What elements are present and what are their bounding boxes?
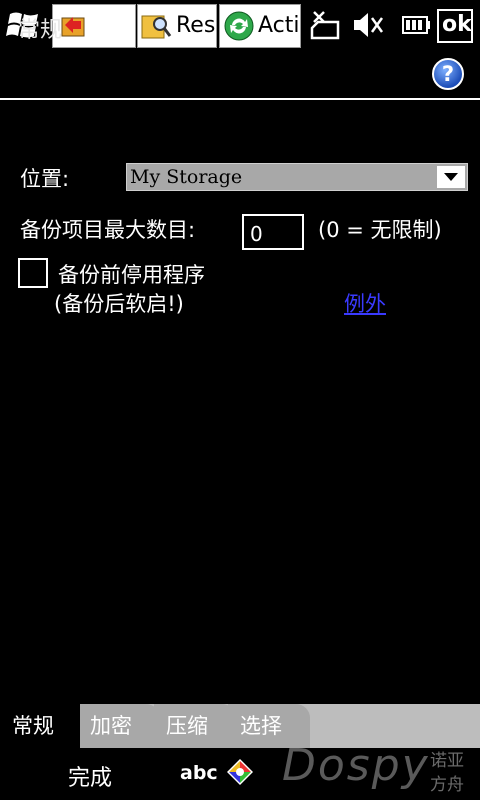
max-items-label: 备份项目最大数目: <box>20 218 196 242</box>
ok-button[interactable]: ok <box>437 9 473 43</box>
taskbar-tab-acti[interactable]: Acti <box>219 4 301 48</box>
watermark-text: 方舟 <box>430 775 464 795</box>
dropdown-arrow-box[interactable] <box>437 166 465 188</box>
speaker-muted-icon[interactable] <box>350 8 386 42</box>
stop-programs-sublabel: (备份后软启!) <box>54 292 184 316</box>
watermark-logo: Dospy <box>282 740 430 791</box>
tab-encrypt[interactable]: 加密 <box>78 704 160 748</box>
title-bar <box>0 50 480 100</box>
taskbar-tab-acti-label: Acti <box>258 13 300 38</box>
help-icon[interactable]: ? <box>432 58 464 90</box>
location-dropdown-value: My Storage <box>130 166 243 188</box>
tab-general[interactable]: 常规 <box>0 704 80 748</box>
done-softkey[interactable]: 完成 <box>68 760 112 792</box>
taskbar: Res Acti ok <box>0 0 480 50</box>
max-items-hint: (0 = 无限制) <box>318 218 442 242</box>
input-panel-icon[interactable] <box>224 756 256 788</box>
activesync-icon <box>224 11 254 41</box>
battery-icon[interactable] <box>400 8 432 42</box>
watermark-text: 诺亚 <box>430 751 464 771</box>
tab-compress[interactable]: 压缩 <box>154 704 236 748</box>
folder-search-icon <box>141 15 172 39</box>
page-title: 常规 <box>18 18 63 43</box>
location-label: 位置: <box>20 167 70 191</box>
input-mode-label[interactable]: abc <box>180 762 218 784</box>
taskbar-tab-res-label: Res <box>176 13 216 38</box>
taskbar-tab-res[interactable]: Res <box>137 4 217 48</box>
backup-app-icon <box>61 17 85 37</box>
stop-programs-checkbox[interactable] <box>18 258 48 288</box>
max-items-input[interactable]: 0 <box>242 214 304 250</box>
no-signal-icon[interactable] <box>308 8 344 42</box>
stop-programs-label[interactable]: 备份前停用程序 <box>58 259 205 289</box>
chevron-down-icon <box>444 173 458 181</box>
location-dropdown[interactable]: My Storage <box>126 163 468 191</box>
exceptions-link[interactable]: 例外 <box>344 288 386 318</box>
ok-button-label: ok <box>442 12 472 37</box>
running-app-button[interactable] <box>52 4 136 48</box>
